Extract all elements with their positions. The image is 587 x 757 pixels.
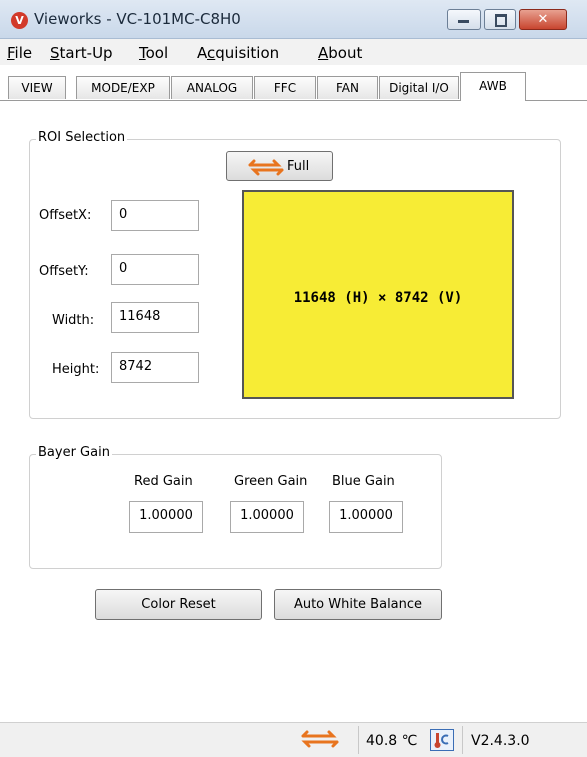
menu-start-up[interactable]: Start-Up	[50, 44, 113, 62]
offsetx-label: OffsetX:	[39, 208, 92, 223]
temperature-readout: 40.8 ℃	[366, 733, 418, 749]
menu-acquisition[interactable]: Acquisition	[197, 44, 279, 62]
tab-fan[interactable]: FAN	[317, 76, 378, 99]
auto-white-balance-button[interactable]: Auto White Balance	[274, 589, 442, 620]
version-text: V2.4.3.0	[471, 733, 530, 749]
full-roi-button[interactable]: Full	[226, 151, 333, 181]
tab-mode-exp[interactable]: MODE/EXP	[76, 76, 170, 99]
tab-digital-io[interactable]: Digital I/O	[379, 76, 459, 99]
roi-selection-legend: ROI Selection	[36, 130, 128, 145]
tab-analog[interactable]: ANALOG	[171, 76, 253, 99]
blue-gain-label: Blue Gain	[332, 474, 395, 489]
offsety-input[interactable]: 0	[111, 254, 199, 285]
vieworks-logo-icon: V	[11, 12, 28, 29]
width-label: Width:	[52, 313, 95, 328]
temperature-icon	[430, 729, 454, 751]
green-gain-label: Green Gain	[234, 474, 308, 489]
status-separator	[358, 726, 359, 754]
maximize-icon	[495, 14, 507, 27]
bayer-gain-legend: Bayer Gain	[36, 445, 112, 460]
tab-view[interactable]: VIEW	[8, 76, 66, 99]
status-separator	[462, 726, 463, 754]
minimize-icon	[458, 20, 469, 23]
blue-gain-input[interactable]: 1.00000	[329, 501, 403, 533]
connection-arrows-icon	[301, 730, 339, 748]
tab-awb[interactable]: AWB	[460, 72, 526, 101]
maximize-button[interactable]	[484, 9, 516, 30]
menu-about[interactable]: About	[318, 44, 362, 62]
menu-tool[interactable]: Tool	[139, 44, 168, 62]
height-input[interactable]: 8742	[111, 352, 199, 383]
green-gain-input[interactable]: 1.00000	[230, 501, 304, 533]
window-title: Vieworks - VC-101MC-C8H0	[34, 10, 241, 28]
color-reset-button[interactable]: Color Reset	[95, 589, 262, 620]
height-label: Height:	[52, 362, 100, 377]
offsety-label: OffsetY:	[39, 264, 89, 279]
full-button-label: Full	[287, 159, 310, 174]
roi-resolution-text: 11648 (H) × 8742 (V)	[293, 290, 463, 306]
minimize-button[interactable]	[447, 9, 481, 30]
offsetx-input[interactable]: 0	[111, 200, 199, 231]
red-gain-input[interactable]: 1.00000	[129, 501, 203, 533]
red-gain-label: Red Gain	[134, 474, 193, 489]
swap-arrows-icon	[248, 159, 284, 176]
tab-ffc[interactable]: FFC	[254, 76, 316, 99]
width-input[interactable]: 11648	[111, 302, 199, 333]
close-icon: ✕	[537, 12, 549, 27]
menu-file[interactable]: File	[7, 44, 32, 62]
close-button[interactable]: ✕	[519, 9, 567, 30]
